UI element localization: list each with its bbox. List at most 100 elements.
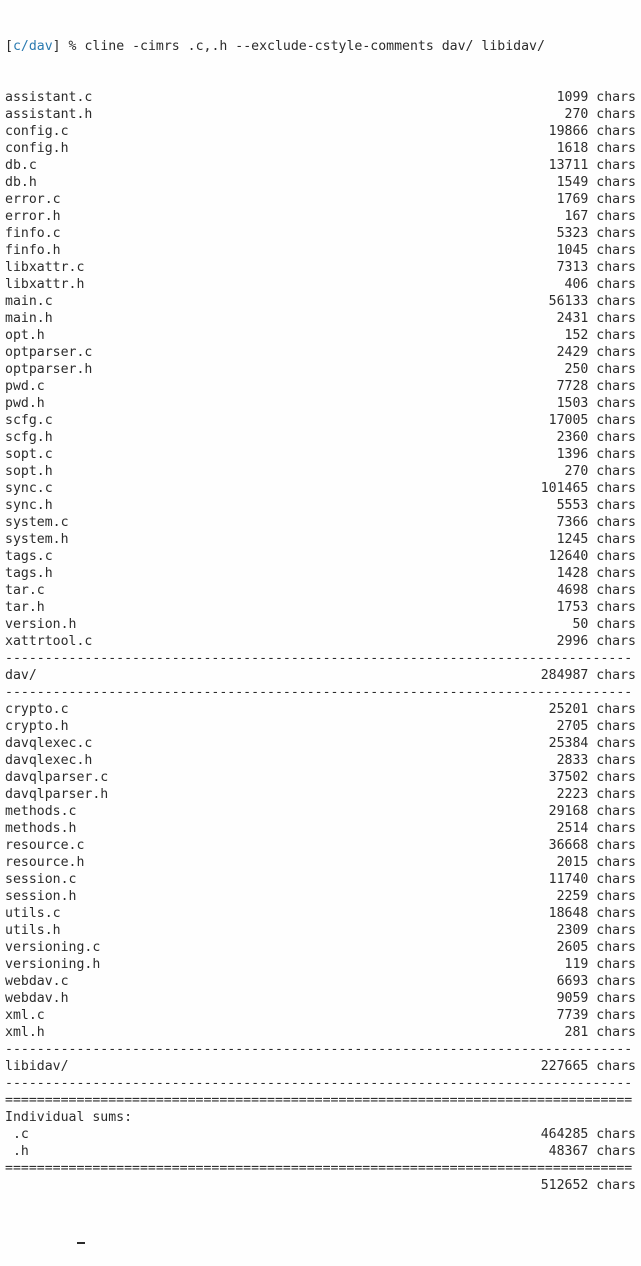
output-row: finfo.h 1045 chars xyxy=(5,242,636,259)
output-row: webdav.c6693 chars xyxy=(5,973,636,990)
file-chars: 17005 chars xyxy=(549,412,636,429)
file-name: versioning.h xyxy=(5,956,100,973)
file-name: finfo.c xyxy=(5,225,61,242)
file-name: crypto.h xyxy=(5,718,69,735)
file-chars: 7739 chars xyxy=(557,1007,636,1024)
file-name: session.c xyxy=(5,871,76,888)
file-name: system.h xyxy=(5,531,69,548)
output-row: davqlexec.c 25384 chars xyxy=(5,735,636,752)
output-row: finfo.c5323 chars xyxy=(5,225,636,242)
output-row: davqlparser.c37502 chars xyxy=(5,769,636,786)
output-row: sync.h 5553 chars xyxy=(5,497,636,514)
cursor-line[interactable] xyxy=(5,1228,636,1245)
output-row: assistant.h270 chars xyxy=(5,106,636,123)
file-chars: 2996 chars xyxy=(557,633,636,650)
output-row: config.h1618 chars xyxy=(5,140,636,157)
file-name: libxattr.c xyxy=(5,259,84,276)
output-row: session.c11740 chars xyxy=(5,871,636,888)
cursor xyxy=(77,1242,85,1244)
output-row: db.c 13711 chars xyxy=(5,157,636,174)
file-name: methods.c xyxy=(5,803,76,820)
output-row: scfg.h2360 chars xyxy=(5,429,636,446)
subtotal-name: libidav/ xyxy=(5,1058,69,1075)
output-row: utils.h2309 chars xyxy=(5,922,636,939)
file-name: config.h xyxy=(5,140,69,157)
file-chars: 5553 chars xyxy=(557,497,636,514)
file-name: assistant.h xyxy=(5,106,92,123)
output-row: .c464285 chars xyxy=(5,1126,636,1143)
file-chars: 1099 chars xyxy=(557,89,636,106)
file-chars: 101465 chars xyxy=(541,480,636,497)
prompt-path: c/dav xyxy=(13,39,53,54)
output-row: error.c1769 chars xyxy=(5,191,636,208)
file-name: finfo.h xyxy=(5,242,61,259)
file-chars: 12640 chars xyxy=(549,548,636,565)
file-chars: 406 chars xyxy=(565,276,636,293)
file-chars: 25384 chars xyxy=(549,735,636,752)
file-name: session.h xyxy=(5,888,76,905)
file-chars: 1753 chars xyxy=(557,599,636,616)
prompt-line[interactable]: [c/dav] % cline -cimrs .c,.h --exclude-c… xyxy=(5,38,636,55)
file-name: system.c xyxy=(5,514,69,531)
file-chars: 36668 chars xyxy=(549,837,636,854)
output-row: db.h1549 chars xyxy=(5,174,636,191)
output-row: sopt.c 1396 chars xyxy=(5,446,636,463)
file-chars: 1045 chars xyxy=(557,242,636,259)
file-name: pwd.h xyxy=(5,395,45,412)
output-row: tar.h1753 chars xyxy=(5,599,636,616)
file-name: davqlexec.c xyxy=(5,735,92,752)
file-name: sopt.c xyxy=(5,446,53,463)
file-name: opt.h xyxy=(5,327,45,344)
file-chars: 1245 chars xyxy=(557,531,636,548)
file-chars: 7728 chars xyxy=(557,378,636,395)
file-chars: 1549 chars xyxy=(557,174,636,191)
output-row: dav/284987 chars xyxy=(5,667,636,684)
file-chars: 1396 chars xyxy=(557,446,636,463)
file-chars: 167 chars xyxy=(565,208,636,225)
grand-total-chars: 512652 chars xyxy=(541,1177,636,1194)
output-row: libxattr.h 406 chars xyxy=(5,276,636,293)
output-row: tags.h1428 chars xyxy=(5,565,636,582)
divider-dash: ----------------------------------------… xyxy=(5,1041,636,1058)
output-row: sopt.h270 chars xyxy=(5,463,636,480)
output-row: xattrtool.c2996 chars xyxy=(5,633,636,650)
file-chars: 281 chars xyxy=(565,1024,636,1041)
output-row: scfg.c17005 chars xyxy=(5,412,636,429)
sums-header: Individual sums: xyxy=(5,1109,636,1126)
file-chars: 29168 chars xyxy=(549,803,636,820)
output-row: .h48367 chars xyxy=(5,1143,636,1160)
output-row: optparser.h250 chars xyxy=(5,361,636,378)
file-name: xml.c xyxy=(5,1007,45,1024)
file-chars: 270 chars xyxy=(565,463,636,480)
output-row: utils.c18648 chars xyxy=(5,905,636,922)
output-row: resource.h2015 chars xyxy=(5,854,636,871)
file-chars: 119 chars xyxy=(565,956,636,973)
output-row: pwd.c7728 chars xyxy=(5,378,636,395)
output-row: webdav.h9059 chars xyxy=(5,990,636,1007)
file-name: sync.h xyxy=(5,497,53,514)
output-row: xml.h 281 chars xyxy=(5,1024,636,1041)
file-name: xml.h xyxy=(5,1024,45,1041)
output-row: tar.c4698 chars xyxy=(5,582,636,599)
output-row: crypto.h 2705 chars xyxy=(5,718,636,735)
file-name: libxattr.h xyxy=(5,276,84,293)
file-chars: 2705 chars xyxy=(557,718,636,735)
file-name: methods.h xyxy=(5,820,76,837)
file-name: webdav.c xyxy=(5,973,69,990)
output-row: methods.c 29168 chars xyxy=(5,803,636,820)
file-chars: 2360 chars xyxy=(557,429,636,446)
file-chars: 13711 chars xyxy=(549,157,636,174)
file-name: main.h xyxy=(5,310,53,327)
output-row: methods.h2514 chars xyxy=(5,820,636,837)
sum-name: .c xyxy=(5,1126,29,1143)
output-row: opt.h152 chars xyxy=(5,327,636,344)
output-row: libidav/227665 chars xyxy=(5,1058,636,1075)
file-chars: 2605 chars xyxy=(557,939,636,956)
file-name: crypto.c xyxy=(5,701,69,718)
output-row: crypto.c25201 chars xyxy=(5,701,636,718)
file-name: tar.c xyxy=(5,582,45,599)
output-row: versioning.c2605 chars xyxy=(5,939,636,956)
file-name: main.c xyxy=(5,293,53,310)
file-name: db.c xyxy=(5,157,37,174)
output-row: 512652 chars xyxy=(5,1177,636,1194)
